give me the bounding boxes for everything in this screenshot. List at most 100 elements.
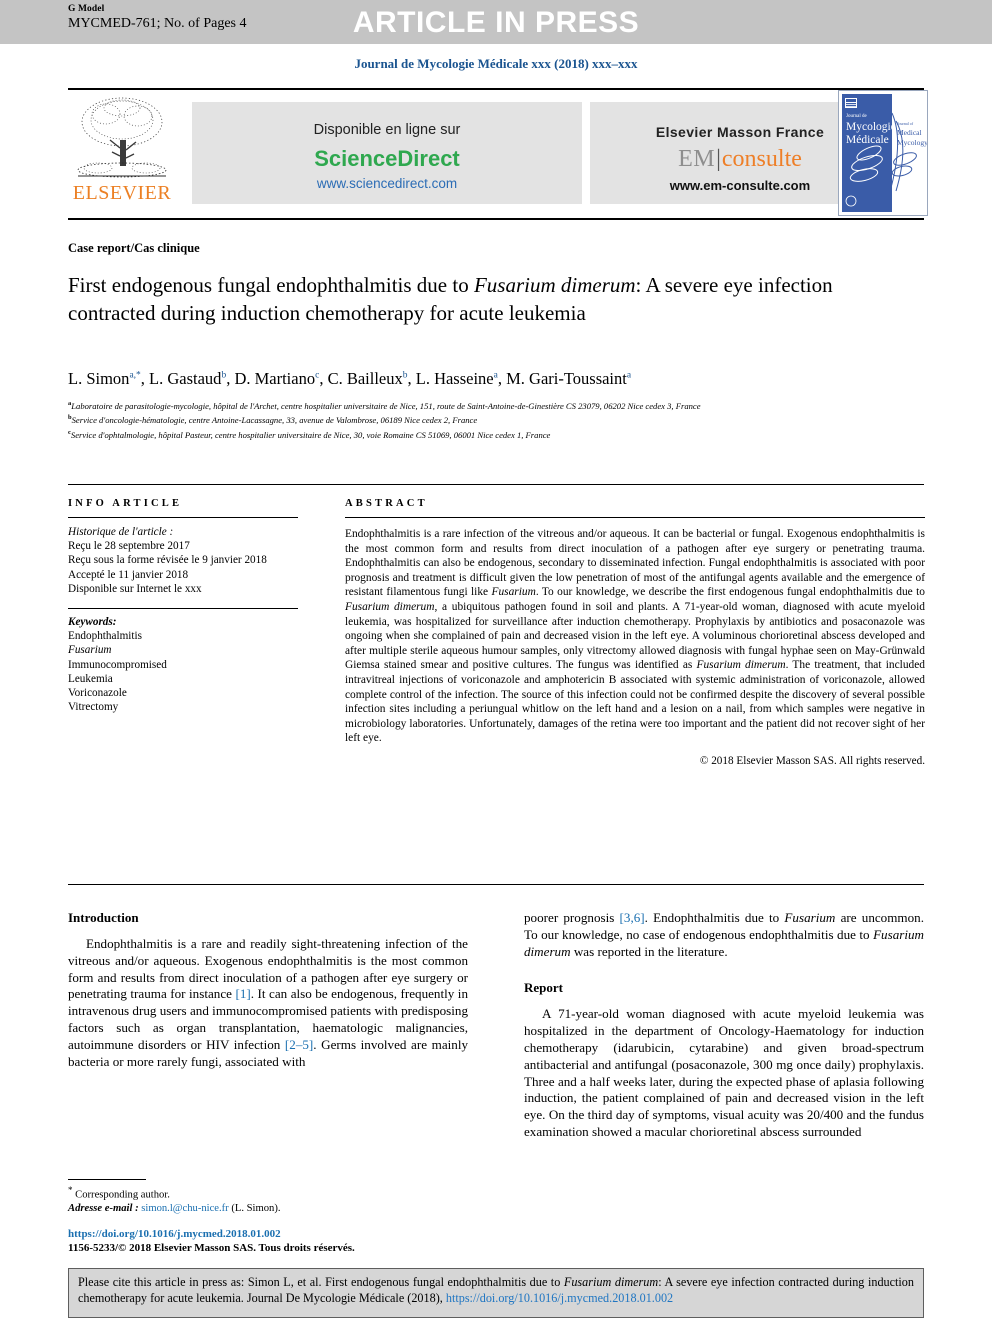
abstract-column: ABSTRACT Endophthalmitis is a rare infec… [345, 498, 925, 767]
svg-text:Mycology: Mycology [897, 138, 927, 147]
corresponding-author-label: Corresponding author. [72, 1189, 170, 1201]
consulte-wordmark: consulte [721, 146, 802, 172]
keyword-item: Endophthalmitis [68, 630, 142, 643]
article-history-block: Historique de l'article : Reçu le 28 sep… [68, 525, 298, 596]
affiliation-list: aLaboratoire de parasitologie-mycologie,… [68, 398, 928, 441]
svg-text:Médicale: Médicale [846, 134, 889, 146]
history-bottom-rule [68, 608, 298, 610]
elsevier-logo: ELSEVIER [68, 96, 176, 210]
rule-top [68, 88, 924, 90]
abstract-species-1: Fusarium [491, 586, 536, 599]
keyword-item: Vitrectomy [68, 701, 119, 714]
introduction-paragraph: Endophthalmitis is a rare and readily si… [68, 936, 468, 1070]
cite-doi-link[interactable]: https://doi.org/10.1016/j.mycmed.2018.01… [446, 1291, 673, 1305]
svg-text:Mycologie: Mycologie [846, 121, 896, 133]
right-seg-4: was reported in the literature. [570, 943, 728, 959]
info-heading-rule [68, 517, 298, 518]
journal-cover-thumbnail: Journal de Mycologie Médicale Journal of… [838, 90, 928, 216]
author-name: L. Simon [68, 369, 130, 388]
cite-this-article-box: Please cite this article in press as: Si… [68, 1268, 924, 1318]
rule-under-band [68, 218, 924, 220]
citation-ref-1[interactable]: [1] [235, 986, 250, 1001]
keyword-item: Fusarium [68, 644, 112, 657]
affiliation-text: Service d'oncologie-hématologie, centre … [71, 415, 478, 426]
svg-text:Journal of: Journal of [897, 121, 914, 126]
affiliation-item: aLaboratoire de parasitologie-mycologie,… [68, 398, 928, 412]
doi-block: https://doi.org/10.1016/j.mycmed.2018.01… [68, 1227, 528, 1255]
author-name: D. Martiano [234, 369, 316, 388]
sciencedirect-box: Disponible en ligne sur ScienceDirect ww… [192, 102, 582, 204]
footnote-block: * Corresponding author. Adresse e-mail :… [68, 1184, 468, 1215]
article-title: First endogenous fungal endophthalmitis … [68, 272, 868, 327]
cite-species: Fusarium dimerum [563, 1275, 659, 1289]
journal-reference-line: Journal de Mycologie Médicale xxx (2018)… [354, 56, 638, 71]
title-species-1: Fusarium dimerum [473, 273, 636, 297]
elsevier-wordmark: ELSEVIER [72, 182, 172, 204]
corresponding-author-line: * Corresponding author. [68, 1184, 468, 1202]
keywords-title: Keywords: [68, 616, 117, 629]
report-heading: Report [524, 980, 563, 996]
journal-cover-image: Journal de Mycologie Médicale Journal of… [839, 91, 927, 215]
abstract-seg-2: . To our knowledge, we describe the firs… [535, 586, 925, 599]
svg-text:Journal de: Journal de [846, 114, 867, 119]
issn-copyright-line: 1156-5233/© 2018 Elsevier Masson SAS. To… [68, 1242, 355, 1254]
body-column-left: Introduction Endophthalmitis is a rare a… [68, 910, 468, 1070]
affiliation-text: Service d'ophtalmologie, hôpital Pasteur… [70, 429, 551, 440]
body-column-right: poorer prognosis [3,6]. Endophthalmitis … [524, 910, 924, 1141]
keywords-block: Keywords: Endophthalmitis Fusarium Immun… [68, 615, 298, 714]
publisher-band: ELSEVIER Disponible en ligne sur Science… [68, 94, 924, 212]
intro-continuation-paragraph: poorer prognosis [3,6]. Endophthalmitis … [524, 910, 924, 960]
right-seg-2: . Endophthalmitis due to [644, 910, 785, 925]
author-affil-marker: c [315, 370, 320, 381]
author-affil-marker: a [626, 370, 632, 381]
keyword-item: Immunocompromised [68, 658, 167, 671]
author-list: L. Simona,*, L. Gastaudb, D. Martianoc, … [68, 369, 632, 388]
info-article-column: INFO ARTICLE Historique de l'article : R… [68, 498, 298, 714]
info-article-heading: INFO ARTICLE [68, 498, 183, 509]
email-address[interactable]: simon.l@chu-nice.fr [141, 1203, 228, 1214]
title-part-1: First endogenous fungal endophthalmitis … [68, 273, 474, 297]
author-affil-marker: a,* [129, 370, 141, 381]
abstract-copyright: © 2018 Elsevier Masson SAS. All rights r… [699, 754, 925, 767]
author-name: C. Bailleux [327, 369, 403, 388]
abstract-seg-4: . The treatment, that included intravitr… [345, 659, 925, 745]
history-line: Accepté le 11 janvier 2018 [68, 568, 189, 581]
elsevier-tree-icon [77, 97, 167, 178]
abstract-species-2: Fusarium dimerum [345, 600, 435, 613]
article-in-press-text: ARTICLE IN PRESS [352, 6, 640, 39]
sciencedirect-url[interactable]: www.sciencedirect.com [192, 176, 582, 191]
introduction-heading: Introduction [68, 910, 139, 925]
email-suffix: (L. Simon). [228, 1202, 281, 1214]
keyword-item: Voriconazole [68, 687, 127, 700]
keyword-item: Leukemia [68, 672, 113, 685]
affiliation-text: Laboratoire de parasitologie-mycologie, … [71, 400, 701, 411]
available-online-label: Disponible en ligne sur [313, 122, 461, 138]
article-page: G Model MYCMED-761; No. of Pages 4 ARTIC… [0, 0, 992, 1323]
abstract-heading-rule [345, 517, 925, 518]
affiliation-item: bService d'oncologie-hématologie, centre… [68, 412, 928, 426]
author-affil-marker: b [402, 370, 408, 381]
history-line: Reçu le 28 septembre 2017 [68, 540, 190, 553]
email-line: Adresse e-mail : simon.l@chu-nice.fr (L.… [68, 1202, 468, 1215]
doi-url[interactable]: https://doi.org/10.1016/j.mycmed.2018.01… [68, 1227, 528, 1241]
citation-ref-3[interactable]: [3,6] [620, 910, 645, 925]
cite-seg-1: Please cite this article in press as: Si… [78, 1275, 564, 1289]
abstract-species-3: Fusarium dimerum [696, 659, 786, 672]
history-line: Reçu sous la forme révisée le 9 janvier … [68, 554, 267, 567]
email-label: Adresse e-mail : [68, 1202, 139, 1214]
right-species-1: Fusarium [784, 910, 836, 925]
abstract-text: Endophthalmitis is a rare infection of t… [345, 527, 925, 746]
em-divider: | [716, 146, 721, 172]
abstract-heading: ABSTRACT [345, 498, 428, 509]
affiliation-item: cService d'ophtalmologie, hôpital Pasteu… [68, 427, 928, 441]
em-wordmark: EM [678, 146, 716, 172]
article-category-label: Case report/Cas clinique [68, 241, 200, 255]
history-line: Disponible sur Internet le xxx [68, 582, 202, 595]
rule-above-abstract [68, 484, 924, 485]
author-name: L. Hasseine [415, 369, 494, 388]
author-name: M. Gari-Toussaint [506, 369, 627, 388]
author-affil-marker: a [493, 370, 498, 381]
author-name: L. Gastaud [149, 369, 222, 388]
citation-ref-2[interactable]: [2–5] [285, 1037, 313, 1052]
right-seg-1: poorer prognosis [524, 910, 620, 925]
